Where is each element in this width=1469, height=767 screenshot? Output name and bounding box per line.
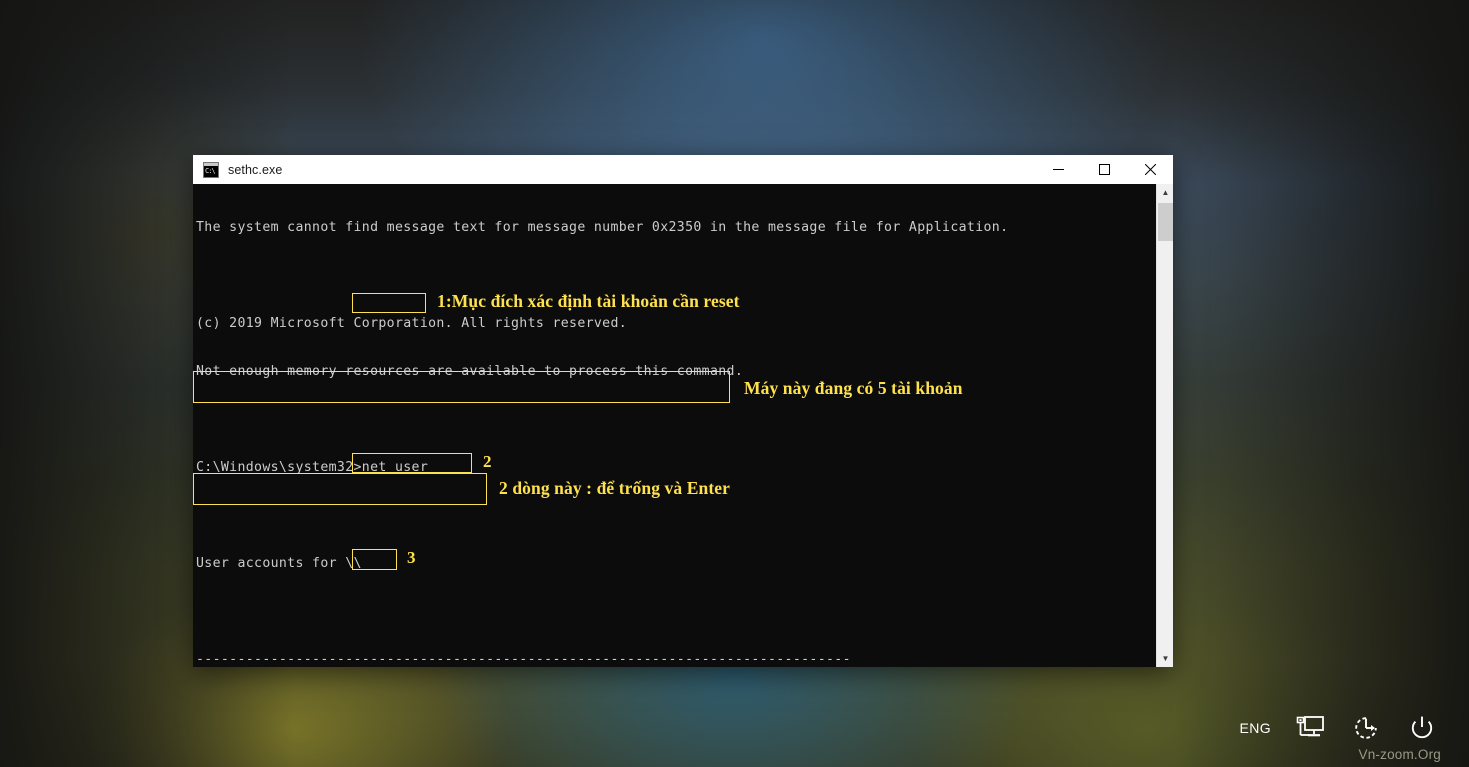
annotation-step3-number: 3 [407, 548, 416, 567]
scroll-up-icon[interactable]: ▲ [1157, 184, 1174, 201]
scrollbar-thumb[interactable] [1158, 203, 1173, 241]
annotation-step2-number: 2 [483, 452, 492, 471]
cmd-icon [203, 161, 219, 178]
console-scrollbar[interactable]: ▲ ▼ [1156, 184, 1173, 667]
window-title-bar[interactable]: sethc.exe [193, 155, 1173, 184]
console-line: Not enough memory resources are availabl… [196, 364, 744, 379]
annotation-accounts-count: Máy này đang có 5 tài khoản [744, 378, 963, 398]
minimize-button[interactable] [1035, 155, 1081, 184]
login-screen-tray: ENG [1239, 711, 1439, 745]
console-line-separator: ----------------------------------------… [196, 652, 851, 667]
power-icon[interactable] [1405, 711, 1439, 745]
maximize-button[interactable] [1081, 155, 1127, 184]
tray-language-indicator[interactable]: ENG [1239, 720, 1271, 736]
annotation-step1: 1:Mục đích xác định tài khoản cần reset [437, 291, 740, 311]
console-output-area[interactable]: The system cannot find message text for … [193, 184, 1173, 667]
close-button[interactable] [1127, 155, 1173, 184]
window-controls [1035, 155, 1173, 184]
window-title: sethc.exe [228, 162, 283, 177]
console-line-prompt-net-user: C:\Windows\system32>net user [196, 460, 429, 475]
console-line: User accounts for \\ [196, 556, 362, 571]
console-line: (c) 2019 Microsoft Corporation. All righ… [196, 316, 628, 331]
network-icon[interactable] [1293, 711, 1327, 745]
ease-of-access-icon[interactable] [1349, 711, 1383, 745]
cmd-window: sethc.exe The system cannot find message… [193, 155, 1173, 667]
site-watermark: Vn-zoom.Org [1358, 747, 1441, 762]
annotation-password-note: 2 dòng này : để trống và Enter [499, 478, 730, 498]
console-line: The system cannot find message text for … [196, 220, 1009, 235]
console-text: The system cannot find message text for … [193, 184, 1156, 667]
scroll-down-icon[interactable]: ▼ [1157, 650, 1174, 667]
